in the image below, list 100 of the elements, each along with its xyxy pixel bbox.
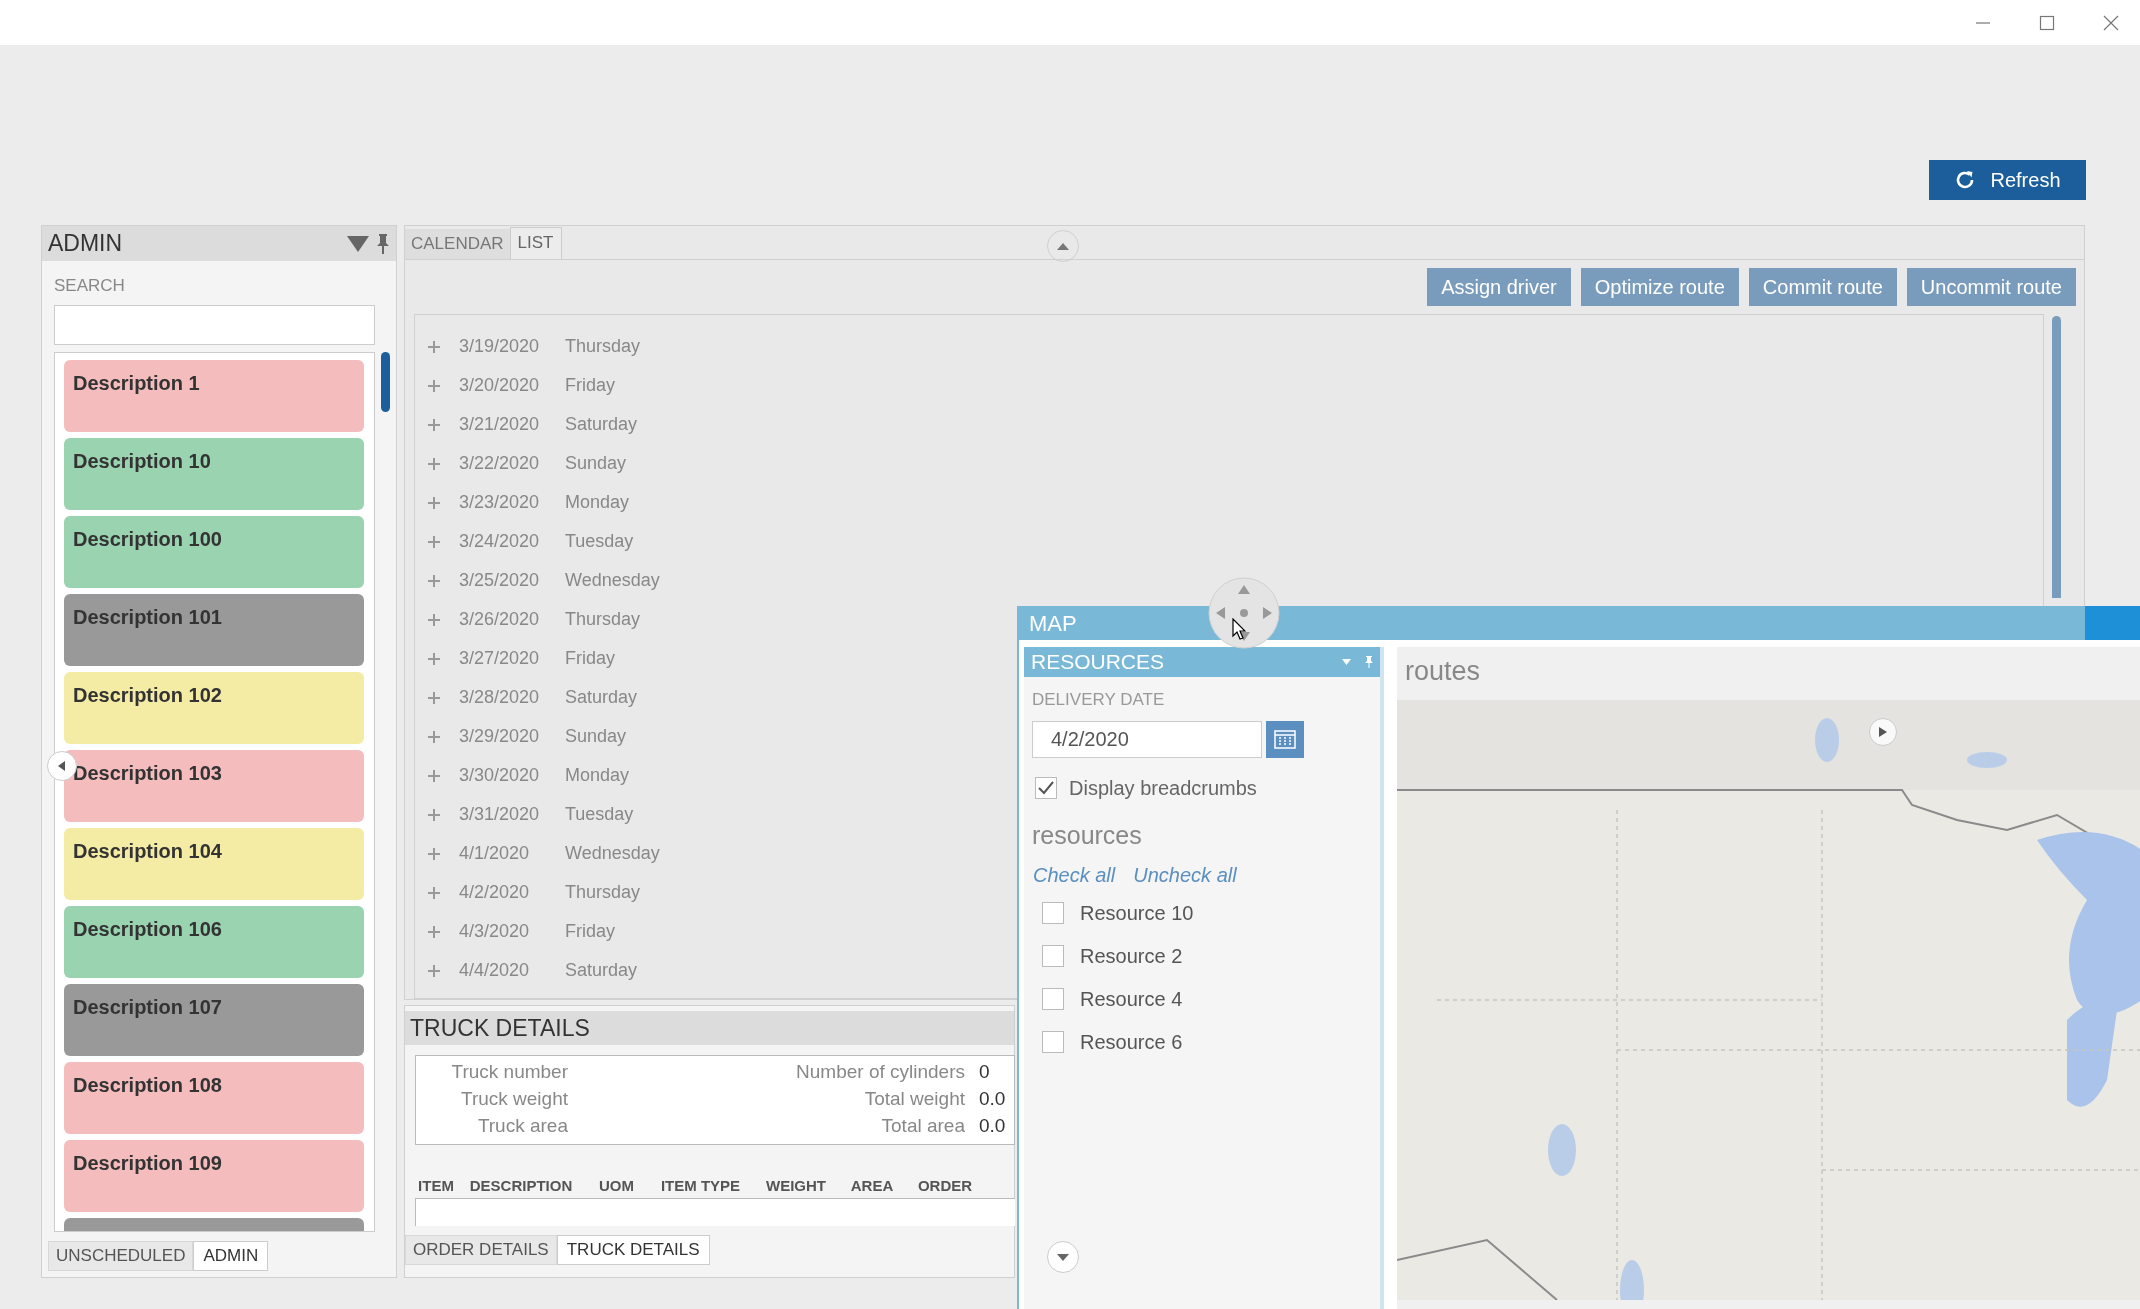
date-text: 3/28/2020 <box>459 686 541 709</box>
expand-icon[interactable] <box>428 535 440 548</box>
date-text: 3/25/2020 <box>459 569 541 592</box>
weekday-text: Tuesday <box>565 803 634 826</box>
pin-icon[interactable] <box>1365 656 1373 668</box>
description-card[interactable]: Description 106 <box>64 905 364 978</box>
column-header: ITEM <box>418 1176 454 1196</box>
description-card[interactable]: Description 108 <box>64 1061 364 1134</box>
date-text: 3/22/2020 <box>459 452 541 475</box>
expand-icon[interactable] <box>428 418 440 431</box>
column-header: AREA <box>850 1176 894 1196</box>
checkbox[interactable] <box>1042 988 1064 1010</box>
expand-icon[interactable] <box>428 925 440 938</box>
expand-icon[interactable] <box>428 574 440 587</box>
header-accent <box>2085 606 2140 640</box>
tab[interactable]: ADMIN <box>193 1240 269 1271</box>
expand-icon[interactable] <box>428 886 440 899</box>
description-card[interactable]: Description 109 <box>64 1139 364 1212</box>
date-text: 3/26/2020 <box>459 608 541 631</box>
weekday-text: Thursday <box>565 881 641 904</box>
expand-icon[interactable] <box>428 847 440 860</box>
scrollbar-thumb[interactable] <box>2052 316 2061 598</box>
expand-icon[interactable] <box>428 730 440 743</box>
checkbox-label: Resource 6 <box>1080 1030 1183 1055</box>
column-header: ORDER <box>917 1176 973 1196</box>
date-text: 3/29/2020 <box>459 725 541 748</box>
description-card[interactable]: Description 107 <box>64 983 364 1056</box>
checkbox[interactable] <box>1042 902 1064 924</box>
weekday-text: Friday <box>565 374 615 397</box>
up-arrow-icon <box>1057 242 1069 250</box>
expand-icon[interactable] <box>428 652 440 665</box>
checkbox[interactable] <box>1042 1031 1064 1053</box>
right-arrow-icon <box>1879 726 1887 737</box>
date-text: 3/23/2020 <box>459 491 541 514</box>
close-icon[interactable] <box>2102 13 2120 32</box>
expand-icon[interactable] <box>428 769 440 782</box>
expand-icon[interactable] <box>428 379 440 392</box>
field-label: Number of cylinders <box>796 1060 965 1084</box>
weekday-text: Monday <box>565 491 630 514</box>
weekday-text: Monday <box>565 764 630 787</box>
date-text: 3/21/2020 <box>459 413 541 436</box>
date-text: 3/24/2020 <box>459 530 541 553</box>
down-arrow-icon <box>1057 1253 1069 1261</box>
checkbox-label: Display breadcrumbs <box>1069 775 1257 801</box>
tab[interactable]: UNSCHEDULED <box>48 1240 194 1271</box>
refresh-button[interactable]: Refresh <box>1929 160 2086 200</box>
field-label: Total weight <box>864 1087 965 1111</box>
description-card[interactable]: Description 104 <box>64 827 364 900</box>
date-text: 4/1/2020 <box>459 842 531 865</box>
date-text: 3/27/2020 <box>459 647 541 670</box>
collapse-down-button[interactable] <box>1047 1241 1079 1273</box>
expand-icon[interactable] <box>428 613 440 626</box>
date-text: 3/19/2020 <box>459 335 541 358</box>
search-field[interactable] <box>54 304 375 345</box>
description-card[interactable]: Description 103 <box>64 749 364 822</box>
expand-icon[interactable] <box>428 457 440 470</box>
section-heading: routes <box>1405 655 1482 688</box>
weekday-text: Wednesday <box>565 842 660 865</box>
maximize-icon[interactable] <box>2038 13 2056 32</box>
date-text: 4/3/2020 <box>459 920 531 943</box>
description-card[interactable]: Description 100 <box>64 515 364 588</box>
date-text: 3/31/2020 <box>459 803 541 826</box>
calendar-button[interactable] <box>1266 720 1304 758</box>
date-text: 3/30/2020 <box>459 764 541 787</box>
field-value: 0.0 <box>979 1114 1006 1138</box>
checkbox[interactable] <box>1035 776 1057 799</box>
description-card[interactable]: Description 101 <box>64 593 364 666</box>
description-card[interactable]: Description 102 <box>64 671 364 744</box>
expand-icon[interactable] <box>428 340 440 353</box>
description-card[interactable]: Description 1 <box>64 359 364 432</box>
date-field[interactable]: 4/2/2020 <box>1032 720 1262 758</box>
column-header: UOM <box>599 1176 634 1196</box>
dropdown-icon[interactable] <box>1342 659 1351 665</box>
weekday-text: Saturday <box>565 413 638 436</box>
weekday-text: Thursday <box>565 335 641 358</box>
pin-icon[interactable] <box>376 232 390 255</box>
dropdown-icon[interactable] <box>346 234 370 253</box>
pan-control[interactable] <box>1208 577 1280 649</box>
field-label: Truck area <box>477 1114 568 1138</box>
expand-icon[interactable] <box>428 808 440 821</box>
checkbox-label: Resource 2 <box>1080 944 1183 969</box>
expand-icon[interactable] <box>428 964 440 977</box>
description-card[interactable]: Description 10 <box>64 437 364 510</box>
date-text: 4/2/2020 <box>459 881 531 904</box>
date-text: 3/20/2020 <box>459 374 541 397</box>
column-header: WEIGHT <box>766 1176 826 1196</box>
expand-icon[interactable] <box>428 691 440 704</box>
tab[interactable]: TRUCK DETAILS <box>556 1234 710 1265</box>
panel-title: RESOURCES <box>1031 649 1165 676</box>
weekday-text: Saturday <box>565 959 638 982</box>
weekday-text: Wednesday <box>565 569 660 592</box>
section-heading: resources <box>1032 819 1143 851</box>
tab[interactable]: ORDER DETAILS <box>405 1234 557 1265</box>
checkbox[interactable] <box>1042 945 1064 967</box>
scrollbar-thumb[interactable] <box>381 351 390 412</box>
field-label: Total area <box>881 1114 965 1138</box>
left-arrow-icon <box>58 761 66 771</box>
tab[interactable]: LIST <box>509 226 562 259</box>
expand-icon[interactable] <box>428 496 440 509</box>
weekday-text: Tuesday <box>565 530 634 553</box>
